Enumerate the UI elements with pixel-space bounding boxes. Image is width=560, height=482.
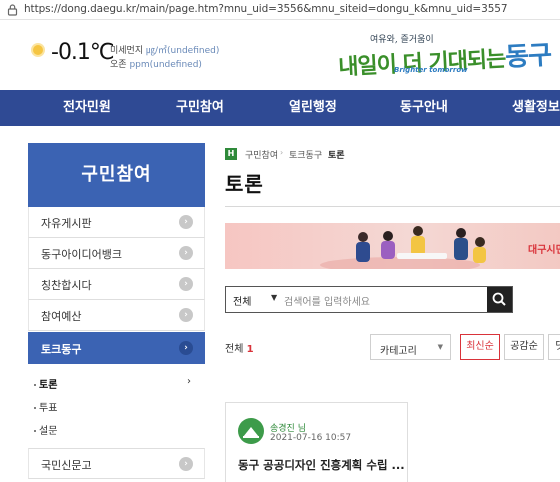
sidebar-item-label: 칭찬합시다 xyxy=(41,279,92,292)
chevron-right-icon: › xyxy=(179,341,193,355)
sort-latest-button[interactable]: 최신순 xyxy=(460,334,500,360)
logo-tagline: Brighter tomorrow xyxy=(394,66,468,74)
divider xyxy=(225,206,560,207)
search-input[interactable]: 검색어를 입력하세요 xyxy=(284,293,370,308)
sidebar-item-label: 토크동구 xyxy=(41,343,82,356)
sidebar-subitem-debate[interactable]: 토론 xyxy=(34,376,57,391)
fine-dust-label: 미세먼지 xyxy=(110,46,144,56)
sidebar-subitem-vote[interactable]: 투표 xyxy=(34,399,57,414)
ozone-value: ppm(undefined) xyxy=(129,60,202,70)
breadcrumb-current: 토론 xyxy=(328,151,345,161)
chevron-right-icon: › xyxy=(179,246,193,260)
breadcrumb-item[interactable]: 토크동구 xyxy=(289,148,322,161)
sidebar-subitem-label: 투표 xyxy=(39,403,58,414)
site-logo[interactable]: 여유와, 즐거움이 내일이 더 기대되는동구 Brighter tomorrow xyxy=(338,32,552,86)
sidebar-item-label: 참여예산 xyxy=(41,310,82,323)
sidebar-subitem-survey[interactable]: 설문 xyxy=(34,422,57,437)
chevron-right-icon: › xyxy=(179,215,193,229)
sidebar-item-label: 자유게시판 xyxy=(41,217,92,230)
sidebar-item-petition[interactable]: 국민신문고 › xyxy=(28,448,205,479)
sidebar-item-praise[interactable]: 칭찬합시다 › xyxy=(28,269,205,300)
card-date: 2021-07-16 10:57 xyxy=(270,433,352,443)
bullet-icon xyxy=(34,430,36,432)
logo-district: 동구 xyxy=(504,40,552,73)
chevron-right-icon: › xyxy=(280,148,284,157)
nav-item-living-info[interactable]: 생활정보 xyxy=(512,90,560,126)
breadcrumb-item[interactable]: 구민참여 xyxy=(245,148,278,161)
ozone-reading: 오존 ppm(undefined) xyxy=(110,57,202,70)
bullet-icon xyxy=(34,384,36,386)
sun-icon xyxy=(33,45,43,55)
chevron-down-icon: ▼ xyxy=(271,293,278,302)
nav-item-district-guide[interactable]: 동구안내 xyxy=(400,90,448,126)
chevron-right-icon: › xyxy=(179,457,193,471)
sidebar-item-idea-bank[interactable]: 동구아이디어뱅크 › xyxy=(28,238,205,269)
sidebar-item-label: 동구아이디어뱅크 xyxy=(41,248,122,261)
chevron-right-icon: › xyxy=(319,148,323,157)
chevron-right-icon: › xyxy=(179,277,193,291)
home-icon[interactable]: H xyxy=(225,148,237,160)
lock-icon xyxy=(7,4,18,16)
fine-dust-reading: 미세먼지 ㎍/㎥(undefined) xyxy=(110,43,219,56)
sidebar-subitem-label: 토론 xyxy=(39,380,58,391)
sidebar-item-label: 국민신문고 xyxy=(41,459,92,472)
temperature: -0.1℃ xyxy=(51,40,115,65)
sidebar-title: 구민참여 xyxy=(28,143,205,207)
chevron-down-icon: ▼ xyxy=(437,343,443,351)
chevron-right-icon: › xyxy=(187,376,191,387)
banner-text: 대구시민 xyxy=(528,245,560,256)
browser-address-bar[interactable]: https://dong.daegu.kr/main/page.htm?mnu_… xyxy=(0,0,560,20)
sidebar-item-free-board[interactable]: 자유게시판 › xyxy=(28,207,205,238)
bullet-icon xyxy=(34,407,36,409)
sidebar-item-budget[interactable]: 참여예산 › xyxy=(28,300,205,331)
nav-item-participation[interactable]: 구민참여 xyxy=(176,90,224,126)
fine-dust-value: ㎍/㎥(undefined) xyxy=(146,46,220,56)
main-nav: 전자민원 구민참여 열린행정 동구안내 생활정보 xyxy=(0,90,560,126)
search-scope-select[interactable]: 전체 xyxy=(233,293,251,308)
category-label: 카테고리 xyxy=(380,346,417,357)
promo-banner[interactable] xyxy=(225,223,560,269)
search-icon xyxy=(492,292,506,306)
page-title: 토론 xyxy=(225,172,264,196)
category-select[interactable]: 카테고리 ▼ xyxy=(370,334,451,360)
logo-slogan: 내일이 더 기대되는 xyxy=(337,45,507,81)
url-text[interactable]: https://dong.daegu.kr/main/page.htm?mnu_… xyxy=(24,3,508,15)
nav-item-civil-service[interactable]: 전자민원 xyxy=(63,90,111,126)
total-count: 전체 1 xyxy=(225,340,254,355)
user-icon xyxy=(243,427,259,438)
total-label: 전체 xyxy=(225,344,244,355)
search-button[interactable] xyxy=(487,287,512,312)
sidebar-subitem-label: 설문 xyxy=(39,426,58,437)
people-illustration xyxy=(320,226,486,269)
ozone-label: 오존 xyxy=(110,60,127,70)
sidebar-item-talk-donggu[interactable]: 토크동구 › xyxy=(28,332,205,364)
total-count-value: 1 xyxy=(246,344,254,355)
chevron-right-icon: › xyxy=(179,308,193,322)
card-title[interactable]: 동구 공공디자인 진흥계획 수립 ... xyxy=(238,457,405,473)
nav-item-open-admin[interactable]: 열린행정 xyxy=(289,90,337,126)
sort-likes-button[interactable]: 공감순 xyxy=(504,334,544,360)
avatar xyxy=(238,418,264,444)
sort-comments-button[interactable]: 댓 xyxy=(548,334,560,360)
